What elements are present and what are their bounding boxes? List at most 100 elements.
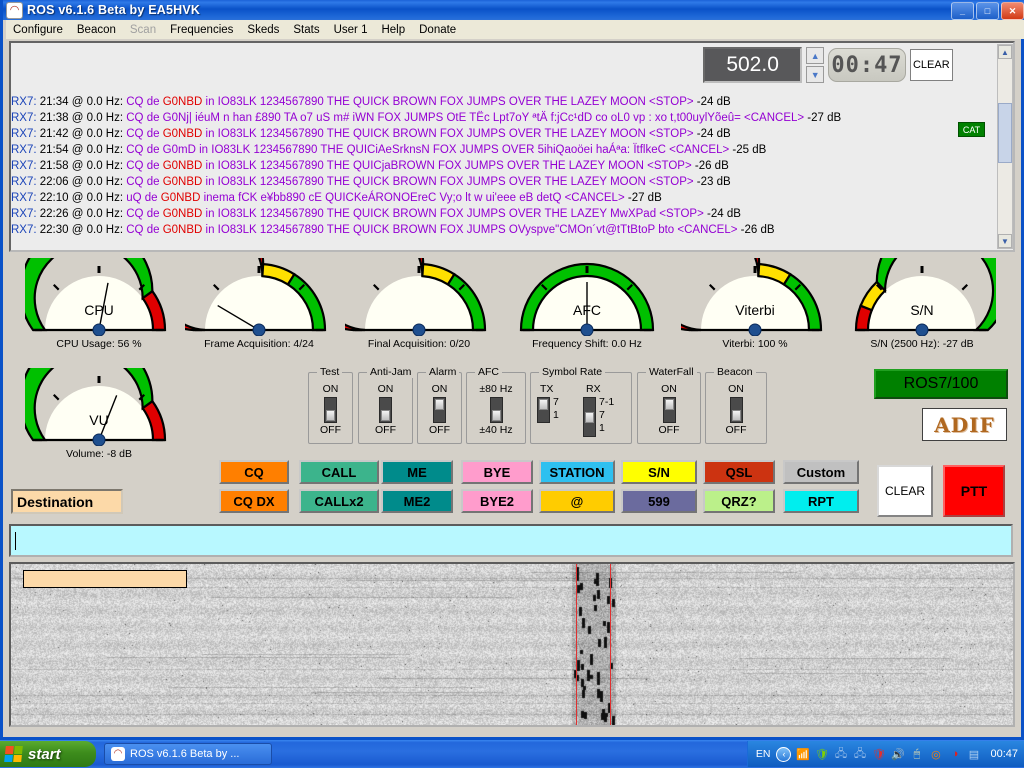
gauge-meter-2: Final Acquisition: 0/20 <box>345 258 493 350</box>
destination-field[interactable]: Destination <box>11 489 123 514</box>
log-message: CQ de <box>126 176 163 188</box>
antijam-switch[interactable]: ON OFF <box>359 383 412 437</box>
gauge-name: CPU <box>84 302 114 318</box>
macro-button-bye[interactable]: BYE <box>461 460 533 484</box>
volume-icon[interactable]: 🔊 <box>890 747 905 762</box>
network-signal-icon[interactable]: 📶 <box>795 747 810 762</box>
waterfall-on-label: ON <box>661 383 677 395</box>
scroll-thumb[interactable] <box>998 103 1012 163</box>
menu-item-donate[interactable]: Donate <box>412 22 463 38</box>
afc-toggle[interactable] <box>489 397 503 423</box>
chevron-left-icon[interactable]: ‹ <box>776 746 792 762</box>
mode-button[interactable]: ROS7/100 <box>874 369 1008 399</box>
menu-item-skeds[interactable]: Skeds <box>240 22 286 38</box>
transmit-input[interactable] <box>9 524 1013 557</box>
update-icon[interactable]: ◎ <box>928 747 943 762</box>
macro-button-station[interactable]: STATION <box>539 460 615 484</box>
cat-status-badge: CAT <box>958 122 985 137</box>
menu-item-beacon[interactable]: Beacon <box>70 22 123 38</box>
macro-button-qsl[interactable]: QSL <box>703 460 775 484</box>
start-button-label: start <box>28 745 61 763</box>
log-callsign: G0NBD <box>162 160 203 172</box>
menu-item-user1[interactable]: User 1 <box>327 22 375 38</box>
tray-language-indicator[interactable]: EN <box>756 748 771 760</box>
clear-log-button[interactable]: CLEAR <box>909 49 953 81</box>
waterfall-cursor-right[interactable] <box>610 564 611 725</box>
macro-button-call[interactable]: CALL <box>299 460 379 484</box>
afc-on-label: ±80 Hz <box>479 383 513 395</box>
flag-icon[interactable]: ▤ <box>966 747 981 762</box>
beacon-switch[interactable]: ON OFF <box>706 383 766 437</box>
alarm-switch[interactable]: ON OFF <box>418 383 461 437</box>
antivirus-icon[interactable]: ◑ <box>947 747 962 762</box>
beacon-toggle[interactable] <box>729 397 743 423</box>
menu-item-configure[interactable]: Configure <box>6 22 70 38</box>
radio-icon: ◠ <box>6 1 23 19</box>
menu-item-stats[interactable]: Stats <box>286 22 326 38</box>
macro-button-s-n[interactable]: S/N <box>621 460 697 484</box>
spinner-up-icon[interactable]: ▲ <box>806 47 825 64</box>
close-button[interactable]: ✕ <box>1001 2 1024 20</box>
scroll-up-icon[interactable]: ▲ <box>998 45 1012 59</box>
minimize-button[interactable]: _ <box>951 2 974 20</box>
test-switch[interactable]: ON OFF <box>309 383 352 437</box>
menu-item-frequencies[interactable]: Frequencies <box>163 22 240 38</box>
macro-button-cq[interactable]: CQ <box>219 460 289 484</box>
taskbar-item-ros[interactable]: ◠ ROS v6.1.6 Beta by ... <box>104 743 272 765</box>
test-off-label: OFF <box>320 424 341 436</box>
log-message-tail: in IO83LK 1234567890 THE QUICK BROWN FOX… <box>202 96 694 108</box>
network-disconnected-icon[interactable]: 🖧 <box>833 747 848 762</box>
maximize-button[interactable]: □ <box>976 2 999 20</box>
test-toggle[interactable] <box>324 397 337 423</box>
frequency-spinner[interactable]: ▲ ▼ <box>806 47 825 83</box>
macro-button-[interactable]: @ <box>539 489 615 513</box>
symbolrate-tx-option-7: 7 <box>553 396 559 408</box>
afc-switch[interactable]: ±80 Hz ±40 Hz <box>467 383 525 437</box>
shield-check-icon[interactable]: 🛡 <box>814 747 829 762</box>
symbolrate-rx-switch[interactable]: RX 7-1 7 1 <box>583 383 631 438</box>
alarm-toggle[interactable] <box>433 397 446 423</box>
macro-button-custom[interactable]: Custom <box>783 460 859 484</box>
start-button[interactable]: start <box>0 741 96 767</box>
antijam-on-label: ON <box>377 383 394 395</box>
switch-group-test-title: Test <box>317 366 343 378</box>
gauge-name: VU <box>89 412 109 428</box>
waterfall-cursor-left[interactable] <box>576 564 577 725</box>
log-line: RX7: 21:38 @ 0.0 Hz: CQ de G0Nj| iéuM n … <box>11 110 989 126</box>
macro-button-me2[interactable]: ME2 <box>381 489 453 513</box>
symbolrate-tx-switch[interactable]: TX 7 1 <box>537 383 581 424</box>
gauge-label: Viterbi: 100 % <box>722 338 788 350</box>
text-caret <box>15 531 16 550</box>
menu-item-help[interactable]: Help <box>374 22 412 38</box>
clear-text-button[interactable]: CLEAR <box>877 465 933 517</box>
symbolrate-rx-toggle[interactable] <box>583 397 596 437</box>
ptt-button[interactable]: PTT <box>943 465 1005 517</box>
scroll-down-icon[interactable]: ▼ <box>998 234 1012 248</box>
adif-button[interactable]: ADIF <box>922 408 1007 441</box>
macro-button-cq-dx[interactable]: CQ DX <box>219 489 289 513</box>
macro-button-callx2[interactable]: CALLx2 <box>299 489 379 513</box>
log-snr: -24 dB <box>693 128 731 140</box>
log-callsign: G0NBD <box>162 128 203 140</box>
log-message-tail: in IO83LK 1234567890 THE QUICK BROWN FOX… <box>202 208 704 220</box>
waterfall-display[interactable] <box>9 562 1015 727</box>
macro-button-bye2[interactable]: BYE2 <box>461 489 533 513</box>
log-timestamp: 21:42 @ 0.0 Hz: <box>39 128 127 140</box>
log-scrollbar[interactable]: ▲ ▼ <box>997 44 1013 249</box>
macro-button-qrz[interactable]: QRZ? <box>703 489 775 513</box>
antijam-toggle[interactable] <box>379 397 392 423</box>
taskbar-clock: 00:47 <box>990 748 1018 760</box>
waterfall-toggle[interactable] <box>662 397 676 423</box>
macro-button-me[interactable]: ME <box>381 460 453 484</box>
macro-button-rpt[interactable]: RPT <box>783 489 859 513</box>
usb-device-icon[interactable]: 🖱 <box>909 747 924 762</box>
security-alert-icon[interactable]: 🛡 <box>871 747 886 762</box>
network-error-icon[interactable]: 🖧 <box>852 747 867 762</box>
frequency-display[interactable]: 502.0 <box>703 47 803 83</box>
symbolrate-tx-toggle[interactable] <box>537 397 550 423</box>
waterfall-selection-marker[interactable] <box>23 570 187 588</box>
waterfall-switch[interactable]: ON OFF <box>638 383 700 437</box>
macro-button-599[interactable]: 599 <box>621 489 697 513</box>
log-message: CQ de <box>126 224 163 236</box>
spinner-down-icon[interactable]: ▼ <box>806 66 825 83</box>
